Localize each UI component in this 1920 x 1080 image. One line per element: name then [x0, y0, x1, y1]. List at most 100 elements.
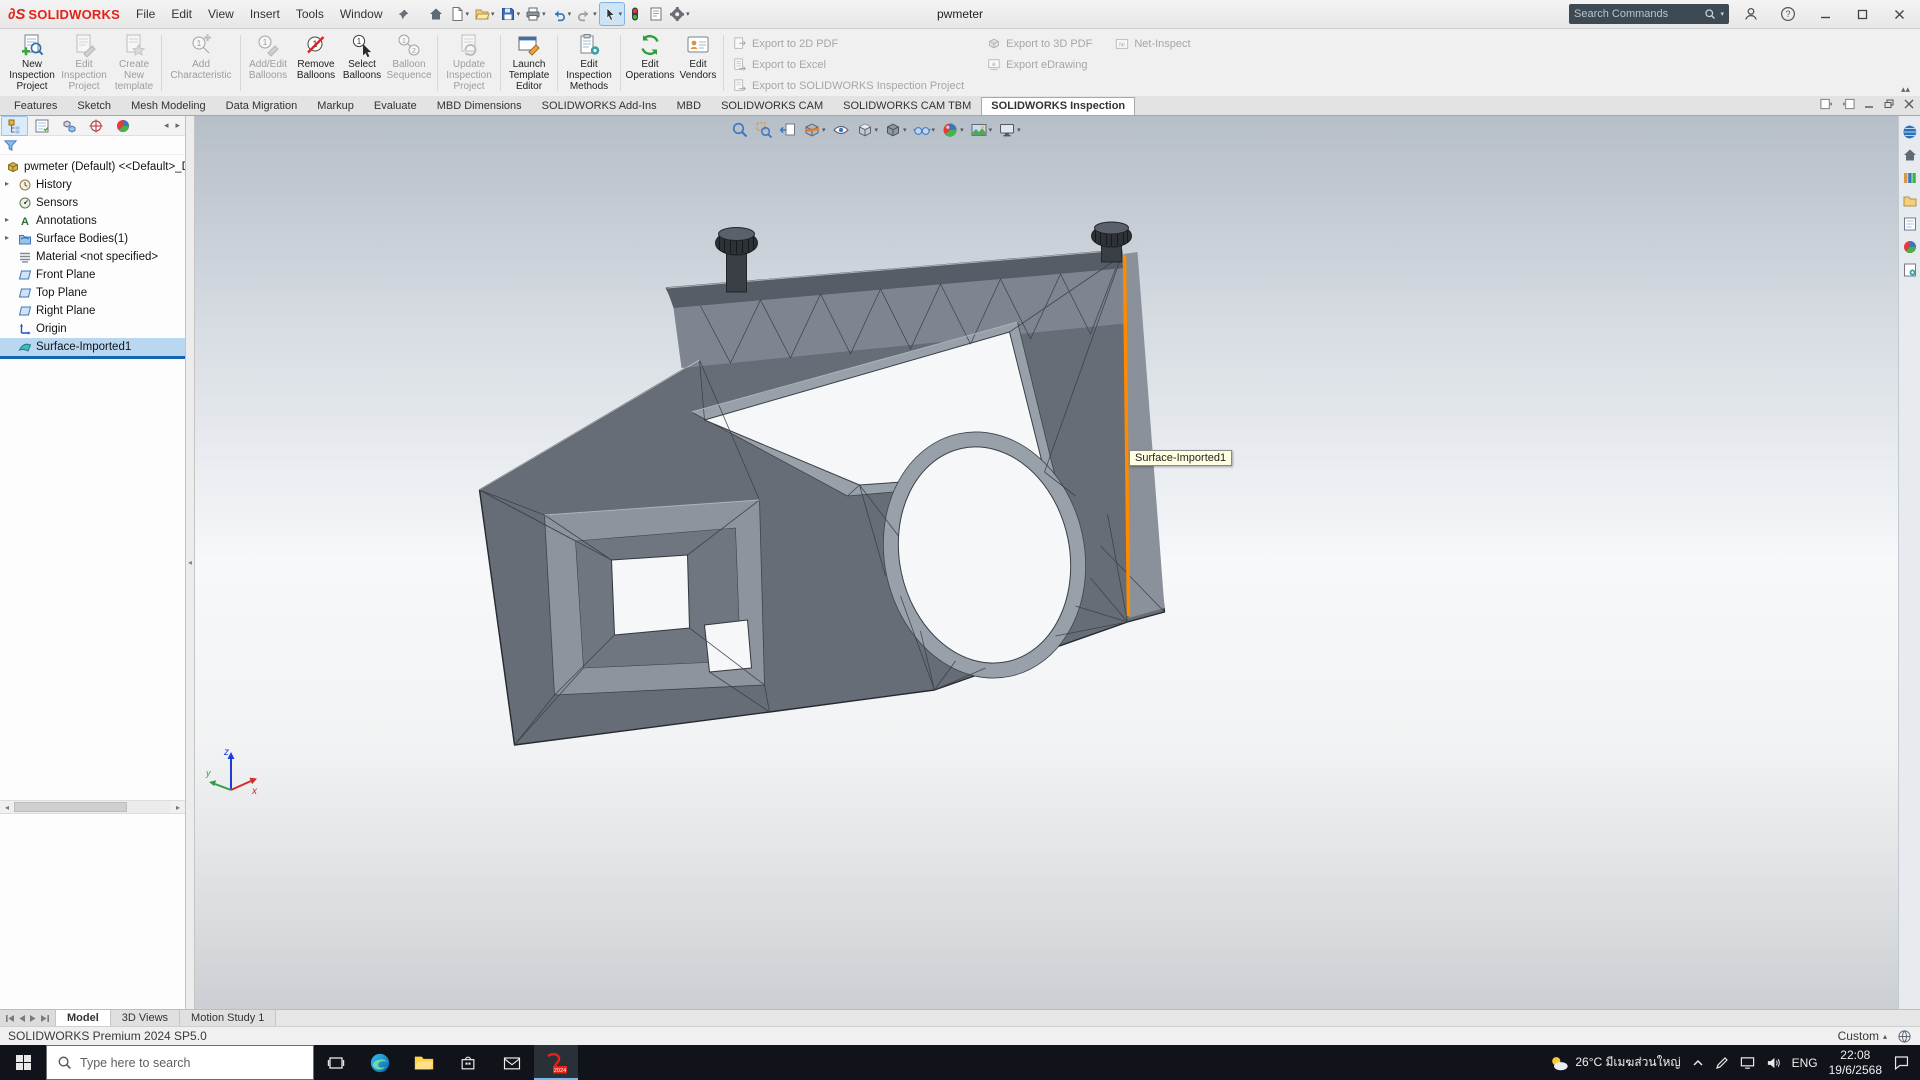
- edit-operations-button[interactable]: Edit Operations: [624, 30, 676, 96]
- doc-restore-icon[interactable]: [1884, 99, 1895, 109]
- add-characteristic-button[interactable]: 1 Add Characteristic: [165, 30, 237, 96]
- close-window-button[interactable]: [1884, 3, 1914, 25]
- clock[interactable]: 22:08 19/6/2568: [1829, 1048, 1882, 1078]
- microsoft-store-button[interactable]: [446, 1045, 490, 1080]
- menu-window[interactable]: Window: [332, 3, 391, 25]
- minimize-window-button[interactable]: [1810, 3, 1840, 25]
- home-button[interactable]: [426, 3, 446, 25]
- dropdown-arrow-icon[interactable]: ▾: [903, 127, 907, 134]
- file-properties-button[interactable]: [646, 3, 666, 25]
- tree-item-surface-bodies[interactable]: ▸ Surface Bodies(1): [0, 230, 185, 248]
- dropdown-arrow-icon[interactable]: ▾: [960, 127, 964, 134]
- tree-item-origin[interactable]: Origin: [0, 320, 185, 338]
- scroll-right-icon[interactable]: ▸: [171, 803, 185, 812]
- tree-item-surface-imported1[interactable]: Surface-Imported1: [0, 338, 185, 356]
- tree-item-front-plane[interactable]: Front Plane: [0, 266, 185, 284]
- pane-left-icon[interactable]: [1820, 98, 1833, 110]
- scroll-left-icon[interactable]: ◂: [0, 803, 14, 812]
- zoom-to-fit-icon[interactable]: [729, 119, 751, 141]
- add-edit-balloons-button[interactable]: 1 Add/Edit Balloons: [244, 30, 292, 96]
- new-inspection-project-button[interactable]: New Inspection Project: [6, 30, 58, 96]
- menu-view[interactable]: View: [200, 3, 242, 25]
- configurationmanager-tab[interactable]: [56, 117, 81, 135]
- pane-right-icon[interactable]: [1842, 98, 1855, 110]
- first-tab-icon[interactable]: [5, 1014, 15, 1023]
- edit-vendors-button[interactable]: Edit Vendors: [676, 30, 720, 96]
- featuremanager-tree-tab[interactable]: [2, 117, 27, 135]
- hide-show-items-icon[interactable]: ▾: [911, 119, 938, 141]
- tree-item-sensors[interactable]: Sensors: [0, 194, 185, 212]
- dropdown-arrow-icon[interactable]: ▾: [932, 127, 936, 134]
- open-button[interactable]: ▾: [472, 3, 497, 25]
- view-settings-icon[interactable]: ▾: [996, 119, 1023, 141]
- action-center-icon[interactable]: [1893, 1054, 1910, 1071]
- view-palette-icon[interactable]: [1902, 216, 1918, 232]
- login-account-icon[interactable]: [1736, 3, 1766, 25]
- propertymanager-tab[interactable]: [29, 117, 54, 135]
- redo-button[interactable]: ▾: [574, 3, 599, 25]
- weather-widget[interactable]: 26°C มีเมฆส่วนใหญ่: [1549, 1053, 1680, 1072]
- export-edrawing-button[interactable]: e Export eDrawing: [987, 57, 1092, 73]
- tab-markup[interactable]: Markup: [307, 97, 364, 115]
- tree-item-history[interactable]: ▸ History: [0, 176, 185, 194]
- dropdown-arrow-icon[interactable]: ▾: [568, 11, 572, 18]
- graphics-viewport[interactable]: ▾ ▾ ▾ ▾ ▾ ▾ ▾ Surface-Imported1 z x: [195, 116, 1898, 1009]
- custom-properties-icon[interactable]: [1902, 262, 1918, 278]
- print-button[interactable]: ▾: [523, 3, 548, 25]
- dynamic-annotation-views-icon[interactable]: [830, 119, 852, 141]
- dropdown-arrow-icon[interactable]: ▾: [989, 127, 993, 134]
- dropdown-arrow-icon[interactable]: ▾: [619, 11, 623, 18]
- menu-tools[interactable]: Tools: [288, 3, 332, 25]
- tab-solidworks-add-ins[interactable]: SOLIDWORKS Add-Ins: [532, 97, 667, 115]
- tags-globe-icon[interactable]: [1897, 1029, 1912, 1044]
- dropdown-arrow-icon[interactable]: ▾: [593, 11, 597, 18]
- balloon-sequence-button[interactable]: 12 Balloon Sequence: [384, 30, 434, 96]
- tab-mbd[interactable]: MBD: [667, 97, 711, 115]
- help-icon[interactable]: ?: [1773, 3, 1803, 25]
- export-to-solidworks-inspection-project-button[interactable]: Export to SOLIDWORKS Inspection Project: [733, 78, 964, 94]
- home-icon[interactable]: [1902, 147, 1918, 163]
- tab-solidworks-inspection[interactable]: SOLIDWORKS Inspection: [981, 97, 1135, 115]
- dropdown-arrow-icon[interactable]: ▾: [466, 11, 470, 18]
- dropdown-arrow-icon[interactable]: ▾: [517, 11, 521, 18]
- edge-browser-button[interactable]: [358, 1045, 402, 1080]
- net-inspect-button[interactable]: NI Net-Inspect: [1115, 36, 1190, 52]
- maximize-window-button[interactable]: [1847, 3, 1877, 25]
- tab-mesh-modeling[interactable]: Mesh Modeling: [121, 97, 216, 115]
- expand-arrow-icon[interactable]: ▸: [5, 216, 9, 224]
- export-to-3d-pdf-button[interactable]: Export to 3D PDF: [987, 36, 1092, 52]
- mail-button[interactable]: [490, 1045, 534, 1080]
- tree-item-material[interactable]: Material <not specified>: [0, 248, 185, 266]
- select-balloons-button[interactable]: 1 Select Balloons: [340, 30, 384, 96]
- tab-solidworks-cam-tbm[interactable]: SOLIDWORKS CAM TBM: [833, 97, 981, 115]
- doc-close-icon[interactable]: [1904, 99, 1914, 109]
- taskbar-search-input[interactable]: [80, 1056, 303, 1070]
- display-style-icon[interactable]: ▾: [882, 119, 909, 141]
- hidden-icons-chevron[interactable]: [1692, 1057, 1704, 1069]
- ribbon-collapse-chevron[interactable]: ▴▴: [1901, 84, 1910, 95]
- menu-edit[interactable]: Edit: [163, 3, 200, 25]
- menu-file[interactable]: File: [128, 3, 163, 25]
- tree-item-annotations[interactable]: ▸ A Annotations: [0, 212, 185, 230]
- edit-inspection-methods-button[interactable]: Edit Inspection Methods: [561, 30, 617, 96]
- zoom-to-area-icon[interactable]: [753, 119, 775, 141]
- motion-study-tab[interactable]: Motion Study 1: [180, 1010, 276, 1026]
- expand-arrow-icon[interactable]: ▸: [5, 234, 9, 242]
- display-icon[interactable]: [1740, 1056, 1755, 1070]
- tab-evaluate[interactable]: Evaluate: [364, 97, 427, 115]
- dropdown-arrow-icon[interactable]: ▾: [686, 11, 690, 18]
- view-orientation-icon[interactable]: ▾: [854, 119, 881, 141]
- 3d-model[interactable]: [195, 116, 1898, 1009]
- remove-balloons-button[interactable]: 1 Remove Balloons: [292, 30, 340, 96]
- previous-view-icon[interactable]: [777, 119, 799, 141]
- pin-menu-icon[interactable]: [391, 6, 416, 23]
- pen-icon[interactable]: [1715, 1056, 1729, 1070]
- save-button[interactable]: ▾: [498, 3, 523, 25]
- dimxpertmanager-tab[interactable]: [83, 117, 108, 135]
- dropdown-arrow-icon[interactable]: ▾: [875, 127, 879, 134]
- scrollbar-track[interactable]: [14, 801, 171, 813]
- tab-sketch[interactable]: Sketch: [67, 97, 121, 115]
- launch-template-editor-button[interactable]: Launch Template Editor: [504, 30, 554, 96]
- options-button[interactable]: ▾: [667, 3, 692, 25]
- update-inspection-project-button[interactable]: Update Inspection Project: [441, 30, 497, 96]
